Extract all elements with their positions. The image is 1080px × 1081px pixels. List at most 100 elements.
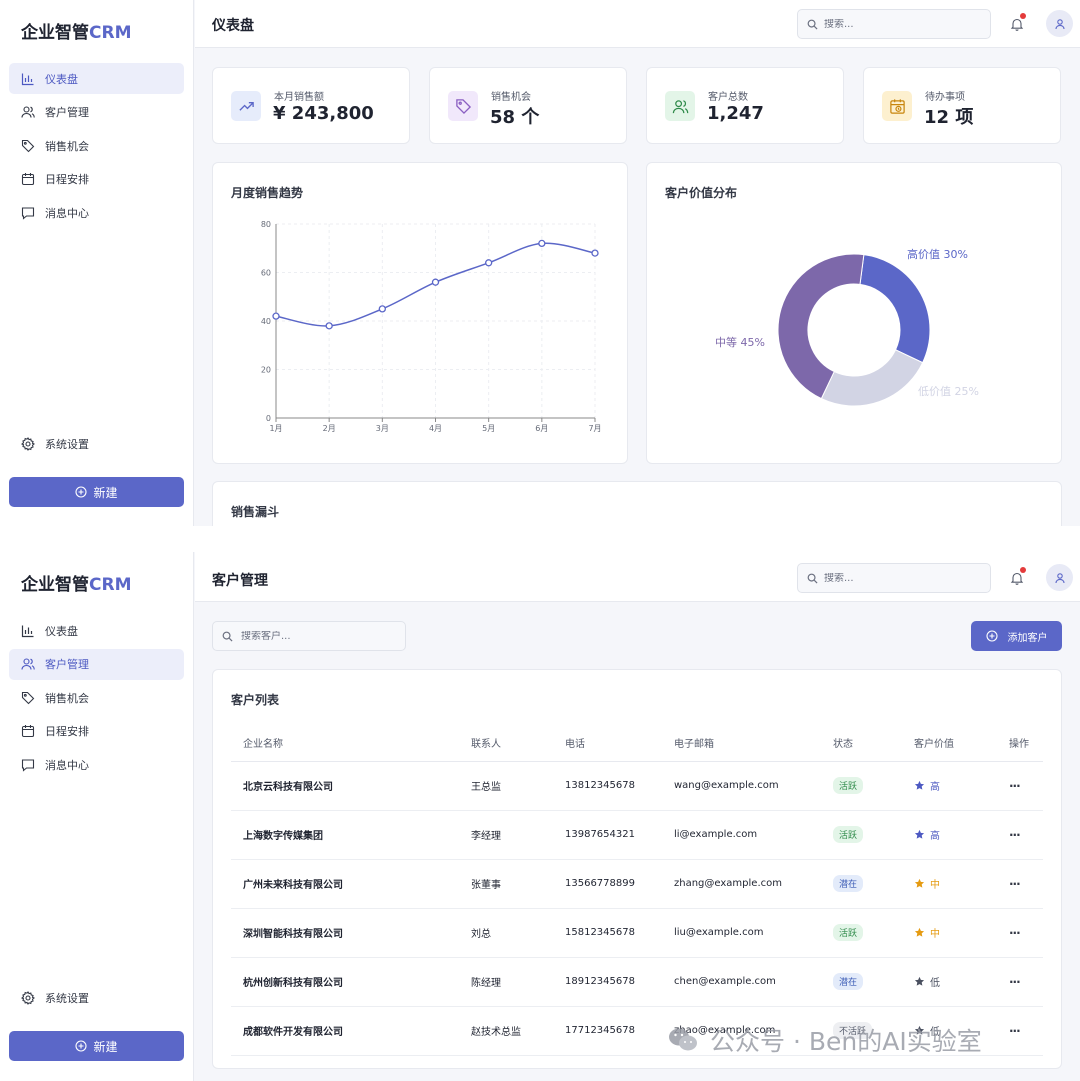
phone-number: 18912345678 — [553, 957, 662, 1007]
more-actions-button[interactable]: ··· — [1009, 926, 1021, 940]
value-cell: 中 — [902, 859, 997, 909]
sidebar-item-label: 日程安排 — [45, 173, 89, 186]
customer-value: 低 — [914, 974, 940, 989]
status-cell: 活跃 — [821, 761, 902, 811]
more-actions-button[interactable]: ··· — [1009, 779, 1021, 793]
stat-card-customers: 客户总数 1,247 — [646, 67, 844, 144]
actions-cell: ··· — [997, 908, 1043, 958]
star-icon — [914, 878, 925, 888]
column-header[interactable]: 电话 — [553, 725, 662, 762]
new-button[interactable]: 新建 — [9, 477, 184, 507]
global-search — [797, 9, 991, 39]
phone-number: 15812345678 — [553, 908, 662, 958]
sidebar-item-settings[interactable]: 系统设置 — [9, 431, 184, 457]
users-icon — [665, 91, 695, 121]
sidebar-item-schedule[interactable]: 日程安排 — [9, 716, 184, 747]
more-actions-button[interactable]: ··· — [1009, 975, 1021, 989]
column-header[interactable]: 联系人 — [459, 725, 553, 762]
table-row[interactable]: 上海数字传媒集团 李经理 13987654321 li@example.com 活跃 高 ·… — [231, 810, 1043, 860]
plus-circle-icon — [75, 486, 88, 498]
users-icon — [21, 657, 35, 671]
notification-button[interactable] — [1010, 13, 1026, 31]
value-cell: 高 — [902, 761, 997, 811]
stat-card-sales: 本月销售额 ¥ 243,800 — [212, 67, 410, 144]
sidebar-item-customers[interactable]: 客户管理 — [9, 97, 184, 128]
data-point — [325, 322, 333, 330]
status-badge: 潜在 — [833, 973, 864, 990]
user-icon — [1054, 18, 1065, 29]
column-header[interactable]: 电子邮箱 — [662, 725, 821, 762]
status-cell: 活跃 — [821, 810, 902, 860]
brand-logo: 企业智管CRM — [21, 23, 132, 43]
sidebar-item-label: 仪表盘 — [45, 72, 78, 86]
customer-value: 高 — [914, 778, 940, 793]
more-actions-button[interactable]: ··· — [1009, 828, 1021, 842]
avatar[interactable] — [1046, 10, 1073, 37]
funnel-title: 销售漏斗 — [231, 505, 280, 519]
actions-cell: ··· — [997, 957, 1043, 1007]
sidebar-item-opportunities[interactable]: 销售机会 — [9, 130, 184, 161]
star-icon — [914, 829, 925, 839]
table-row[interactable]: 深圳智能科技有限公司 刘总 15812345678 liu@example.com 活跃… — [231, 908, 1043, 958]
status-cell: 潜在 — [821, 859, 902, 909]
email-address: chen@example.com — [662, 957, 821, 1007]
notification-button[interactable] — [1010, 567, 1026, 585]
customer-value: 高 — [914, 827, 940, 842]
x-tick-label: 6月 — [535, 424, 548, 433]
y-tick-label: 0 — [266, 414, 271, 423]
status-badge: 活跃 — [833, 924, 864, 941]
search-icon — [222, 631, 233, 642]
status-cell: 活跃 — [821, 908, 902, 958]
page-title: 仪表盘 — [212, 18, 254, 34]
table-row[interactable]: 杭州创新科技有限公司 陈经理 18912345678 chen@example.com… — [231, 957, 1043, 1007]
tag-icon — [21, 139, 35, 153]
add-customer-button[interactable]: 添加客户 — [971, 621, 1062, 651]
sidebar-item-schedule[interactable]: 日程安排 — [9, 164, 184, 195]
data-point — [272, 312, 280, 320]
stat-label: 本月销售额 — [274, 92, 324, 103]
actions-cell: ··· — [997, 1006, 1043, 1056]
new-button[interactable]: 新建 — [9, 1031, 184, 1061]
calendar-icon — [21, 724, 35, 738]
phone-number: 13566778899 — [553, 859, 662, 909]
y-tick-label: 60 — [261, 269, 271, 278]
x-tick-label: 1月 — [269, 424, 282, 433]
bar-chart-icon — [21, 624, 35, 638]
x-tick-label: 3月 — [376, 424, 389, 433]
sidebar-item-messages[interactable]: 消息中心 — [9, 749, 184, 780]
more-actions-button[interactable]: ··· — [1009, 877, 1021, 891]
actions-cell: ··· — [997, 761, 1043, 811]
x-tick-label: 4月 — [429, 424, 442, 433]
users-icon — [21, 105, 35, 119]
table-row[interactable]: 广州未来科技有限公司 张董事 13566778899 zhang@example.co… — [231, 859, 1043, 909]
sidebar-item-settings[interactable]: 系统设置 — [9, 985, 184, 1011]
status-badge: 活跃 — [833, 777, 864, 794]
bell-icon — [1010, 572, 1024, 585]
sidebar-item-dashboard[interactable]: 仪表盘 — [9, 615, 184, 646]
stat-card-opportunities: 销售机会 58 个 — [429, 67, 627, 144]
page-title: 客户管理 — [212, 573, 268, 589]
search-input[interactable] — [824, 572, 974, 584]
data-point — [538, 239, 546, 248]
column-header[interactable]: 企业名称 — [231, 725, 459, 762]
watermark-text: 公众号 · Ben的AI实验室 — [710, 1027, 982, 1056]
search-input[interactable] — [824, 18, 974, 30]
data-point — [378, 305, 386, 313]
line-chart: 0 20 40 60 80 1月 2月 3月 4月 5月 6月 7月 — [261, 220, 602, 433]
data-point — [485, 259, 493, 267]
column-header[interactable]: 状态 — [821, 725, 902, 762]
avatar[interactable] — [1046, 564, 1073, 591]
actions-cell: ··· — [997, 810, 1043, 860]
more-actions-button[interactable]: ··· — [1009, 1024, 1021, 1038]
sidebar-item-label: 客户管理 — [45, 658, 89, 671]
column-header[interactable]: 客户价值 — [902, 725, 997, 762]
table-row[interactable]: 北京云科技有限公司 王总监 13812345678 wang@example.com 活… — [231, 761, 1043, 811]
stat-value: ¥ 243,800 — [273, 103, 374, 124]
sidebar-item-messages[interactable]: 消息中心 — [9, 197, 184, 228]
sidebar-item-opportunities[interactable]: 销售机会 — [9, 682, 184, 713]
search-icon — [807, 573, 818, 584]
sidebar-item-dashboard[interactable]: 仪表盘 — [9, 63, 184, 94]
wechat-icon — [669, 1028, 697, 1051]
sidebar-item-customers[interactable]: 客户管理 — [9, 648, 184, 680]
customer-search-input[interactable] — [241, 630, 391, 642]
